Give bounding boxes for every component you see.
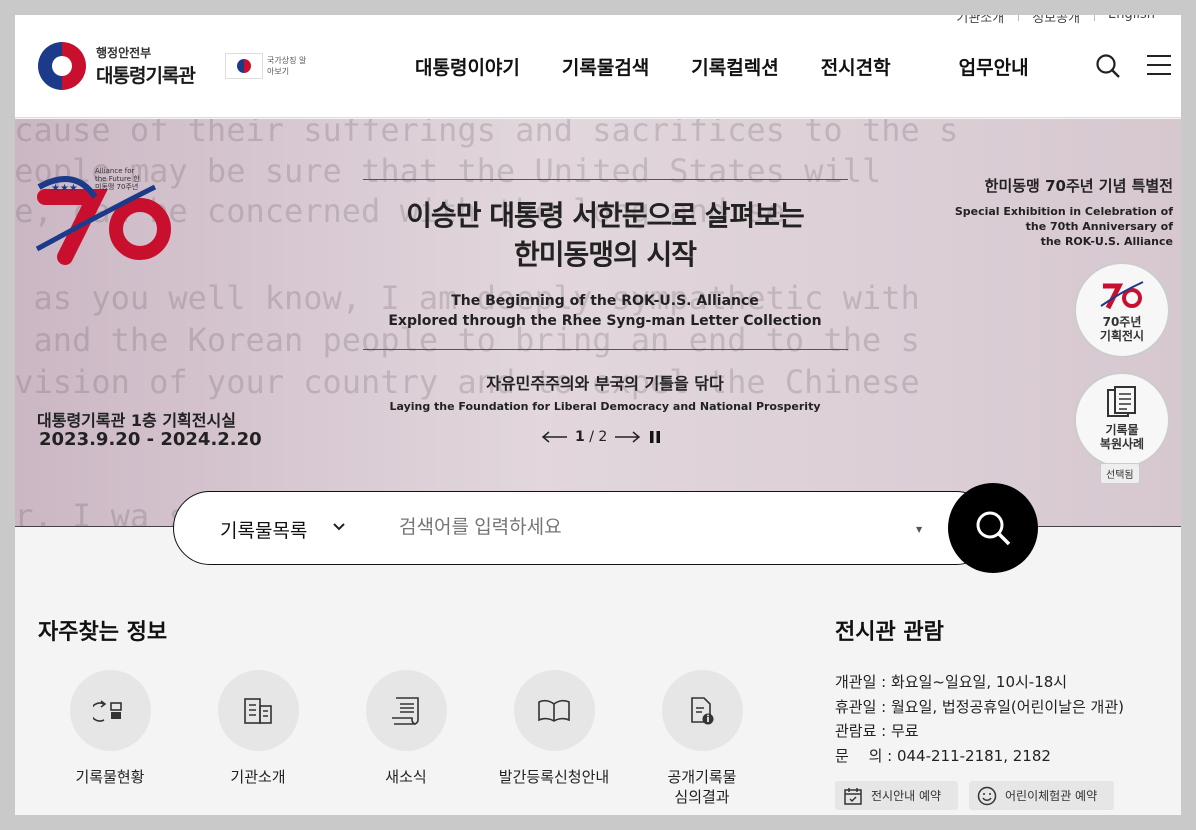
calendar-check-icon — [844, 787, 862, 805]
exhibition-reservation-button[interactable]: 전시안내 예약 — [835, 781, 958, 810]
nav-record-search[interactable]: 기록물검색 — [562, 53, 649, 80]
news-icon — [365, 670, 447, 751]
alliance-badge-text: Alliance for the Future 한미동맹 70주년 — [95, 167, 140, 191]
banner-subtitle-line: The Beginning of the ROK-U.S. Alliance — [451, 293, 759, 309]
link-english[interactable]: English — [1094, 15, 1169, 26]
quick-link-disclosure-review[interactable]: 공개기록물 심의결과 — [637, 670, 767, 807]
main-search-box: 기록물목록 ▼ — [173, 491, 993, 565]
banner-tab-label: 기록물 — [1105, 423, 1139, 437]
banner-center: 이승만 대통령 서한문으로 살펴보는 한미동맹의 시작 The Beginnin… — [355, 179, 855, 413]
visit-fee: 관람료 : 무료 — [835, 722, 919, 740]
arrow-left-icon[interactable] — [541, 431, 567, 443]
slide-total: 2 — [598, 429, 608, 445]
children-experience-reservation-button[interactable]: 어린이체험관 예약 — [969, 781, 1114, 810]
logo-ministry: 행정안전부 — [96, 46, 152, 60]
svg-text:★★★: ★★★ — [51, 183, 78, 194]
quick-link-label: 발간등록신청안내 — [498, 768, 610, 786]
search-icon — [976, 511, 1011, 546]
exhibition-title-right: 한미동맹 70주년 기념 특별전 Special Exhibition in C… — [955, 175, 1173, 249]
nav-business-guide[interactable]: 업무안내 — [959, 53, 1029, 80]
button-label: 어린이체험관 예약 — [1005, 789, 1098, 803]
hero-banner[interactable]: ecause of their sufferings and sacrifice… — [15, 119, 1181, 527]
banner-title: 이승만 대통령 서한문으로 살펴보는 한미동맹의 시작 — [355, 196, 855, 274]
banner-tab-label: 복원사례 — [1099, 437, 1145, 451]
site-header: 행정안전부 대통령기록관 국가상징 알아보기 대통령이야기 기록물검색 기록컬렉… — [15, 15, 1181, 118]
search-icon[interactable] — [1095, 53, 1121, 79]
slide-current: 1 — [575, 429, 585, 445]
link-open-info[interactable]: 정보공개 — [1018, 15, 1094, 26]
banner-tab-exhibition[interactable]: 70주년 기획전시 — [1074, 262, 1170, 358]
exhibition-title-en-line: the ROK-U.S. Alliance — [1040, 235, 1173, 248]
smile-face-icon — [977, 786, 997, 805]
nav-president-story[interactable]: 대통령이야기 — [415, 53, 520, 80]
banner-bg-text: ecause of their sufferings and sacrifice… — [15, 119, 959, 149]
exhibition-venue: 대통령기록관 1층 기획전시실 — [37, 411, 236, 430]
quick-link-about[interactable]: 기관소개 — [193, 670, 323, 787]
main-navigation: 대통령이야기 기록물검색 기록컬렉션 전시견학 업무안내 — [415, 53, 1071, 80]
exhibition-dates: 2023.9.20 - 2024.2.20 — [39, 429, 262, 450]
quick-info-title: 자주찾는 정보 — [38, 620, 168, 645]
quick-link-label: 공개기록물 심의결과 — [667, 768, 737, 806]
exhibition-title-en-line: the 70th Anniversary of — [1025, 220, 1173, 233]
selected-badge: 선택됨 — [1100, 463, 1140, 484]
visit-info-title: 전시관 관람 — [835, 620, 944, 645]
logo-text: 행정안전부 대통령기록관 — [96, 44, 196, 88]
exhibition-title-ko: 한미동맹 70주년 기념 특별전 — [984, 177, 1173, 195]
utility-links: 기관소개 정보공개 English — [942, 15, 1169, 26]
pause-icon[interactable] — [649, 431, 661, 443]
quick-link-news[interactable]: 새소식 — [341, 670, 471, 787]
national-flag-icon[interactable] — [225, 53, 263, 79]
banner-tab-restoration[interactable]: 기록물 복원사례 — [1074, 372, 1170, 468]
search-dropdown-icon[interactable]: ▼ — [916, 525, 922, 534]
link-about[interactable]: 기관소개 — [942, 15, 1018, 26]
search-input[interactable] — [399, 512, 919, 544]
search-button[interactable] — [948, 483, 1038, 573]
divider — [362, 349, 848, 350]
banner-subtitle-en: The Beginning of the ROK-U.S. Alliance E… — [355, 291, 855, 331]
page: ecause of their sufferings and sacrifice… — [15, 15, 1181, 815]
government-emblem-icon — [38, 42, 86, 90]
site-logo[interactable]: 행정안전부 대통령기록관 — [38, 42, 196, 90]
search-scope-select[interactable]: 기록물목록 — [220, 516, 307, 543]
exhibition-title-en: Special Exhibition in Celebration of the… — [955, 204, 1173, 249]
quick-link-label: 기관소개 — [230, 768, 286, 786]
archive-status-icon — [69, 670, 151, 751]
book-icon — [513, 670, 595, 751]
document-info-icon — [661, 670, 743, 751]
banner-title-line: 한미동맹의 시작 — [513, 238, 697, 271]
button-label: 전시안내 예약 — [871, 789, 942, 803]
alliance-70-icon — [1100, 281, 1144, 310]
hamburger-menu-icon[interactable] — [1147, 55, 1171, 75]
banner-title-line: 이승만 대통령 서한문으로 살펴보는 — [406, 199, 805, 232]
document-copy-icon — [1107, 386, 1136, 417]
slide-counter: 1 / 2 — [575, 429, 608, 445]
quick-link-publication[interactable]: 발간등록신청안내 — [489, 670, 619, 787]
quick-link-archive-status[interactable]: 기록물현황 — [45, 670, 175, 787]
visit-closed-days: 휴관일 : 월요일, 법정공휴일(어린이날은 개관) — [835, 697, 1124, 716]
logo-agency: 대통령기록관 — [96, 65, 196, 87]
visit-open-days: 개관일 : 화요일~일요일, 10시-18시 — [835, 673, 1068, 691]
visit-info: 개관일 : 화요일~일요일, 10시-18시 휴관일 : 월요일, 법정공휴일(… — [835, 670, 1124, 768]
visit-contact: 문 의 : 044-211-2181, 2182 — [835, 746, 1051, 765]
quick-link-label: 기록물현황 — [75, 768, 145, 786]
arrow-right-icon[interactable] — [615, 431, 641, 443]
banner-subtitle-line: Explored through the Rhee Syng-man Lette… — [388, 313, 822, 329]
building-icon — [217, 670, 299, 751]
banner-tab-label: 기획전시 — [1099, 329, 1145, 343]
banner-tab-label: 70주년 — [1102, 315, 1142, 329]
nav-record-collection[interactable]: 기록컬렉션 — [691, 53, 778, 80]
banner-tagline-en: Laying the Foundation for Liberal Democr… — [389, 400, 821, 413]
slider-controls: 1 / 2 — [541, 429, 661, 445]
banner-tagline-ko: 자유민주주의와 부국의 기틀을 닦다 — [486, 374, 724, 393]
divider — [362, 179, 848, 180]
national-symbol-link[interactable]: 국가상징 알아보기 — [267, 55, 307, 77]
exhibition-title-en-line: Special Exhibition in Celebration of — [954, 205, 1173, 218]
chevron-down-icon[interactable] — [332, 520, 346, 534]
quick-link-label: 새소식 — [385, 768, 427, 786]
nav-exhibition-tour[interactable]: 전시견학 — [821, 53, 891, 80]
